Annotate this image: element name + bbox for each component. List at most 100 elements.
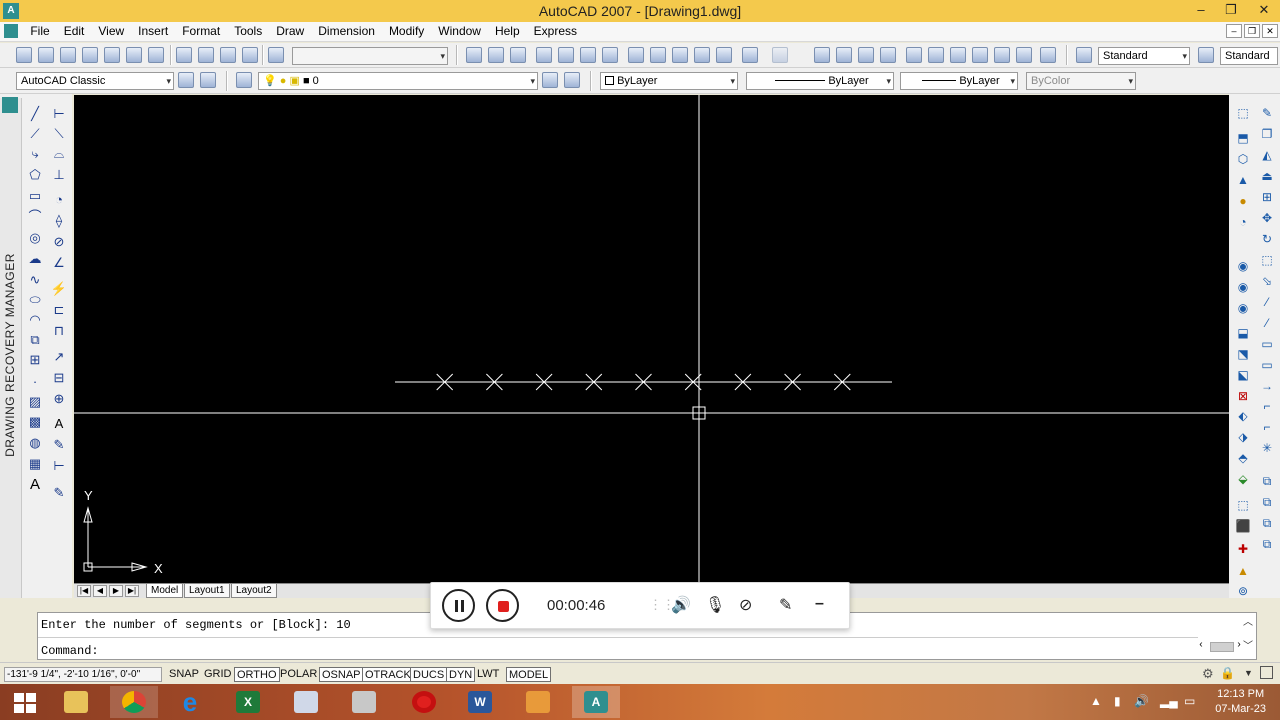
pause-recording-button[interactable] — [442, 589, 475, 622]
arc-length-icon[interactable]: ⌓ — [50, 145, 68, 162]
dim-style-icon[interactable] — [1198, 47, 1214, 63]
workspace-combo[interactable]: AutoCAD Classic ▾ — [16, 72, 174, 90]
autocad-app-icon[interactable]: A — [3, 3, 19, 19]
save-icon[interactable] — [510, 47, 526, 63]
ellipse-icon[interactable]: ⬭ — [26, 291, 44, 308]
presspull-icon[interactable]: ⬔ — [1234, 346, 1252, 363]
baseline-dimension-icon[interactable]: ⊏ — [50, 301, 68, 318]
box-solid-icon[interactable]: ⬒ — [1234, 130, 1252, 147]
dimension-edit-icon[interactable]: A — [50, 415, 68, 432]
jogged-dimension-icon[interactable]: ⟠ — [50, 212, 68, 229]
polyline-icon[interactable]: ⤷ — [26, 145, 44, 162]
taskbar-clock[interactable]: 12:13 PM 07-Mar-23 — [1215, 687, 1266, 717]
tool-palettes-icon[interactable] — [950, 47, 966, 63]
word-taskbar-button[interactable]: W — [456, 686, 504, 718]
tolerance-icon[interactable]: ⊟ — [50, 369, 68, 386]
diameter-dimension-icon[interactable]: ⊘ — [50, 233, 68, 250]
osnap-toggle[interactable]: OSNAP — [319, 667, 364, 682]
radius-dimension-icon[interactable]: ◔ — [50, 191, 68, 208]
properties-icon[interactable] — [906, 47, 922, 63]
command-prompt[interactable]: Command: — [41, 644, 99, 658]
command-horizontal-scrollbar[interactable]: ‹ › — [1198, 640, 1242, 654]
sphere-solid-icon[interactable]: ● — [1234, 193, 1252, 210]
3d-rotate-icon[interactable]: ⬚ — [1234, 497, 1252, 514]
slice-icon[interactable]: ⬘ — [1234, 450, 1252, 467]
tab-layout1[interactable]: Layout1 — [184, 584, 230, 598]
torus-solid-icon[interactable]: ◉ — [1234, 258, 1252, 275]
spline-icon[interactable]: ∿ — [26, 271, 44, 288]
ortho-toggle[interactable]: ORTHO — [234, 667, 280, 682]
linetype-combo[interactable]: ByLayer ▾ — [746, 72, 894, 90]
pan-icon[interactable] — [814, 47, 830, 63]
continue-dimension-icon[interactable]: ⊓ — [50, 322, 68, 339]
model-toggle[interactable]: MODEL — [506, 667, 552, 682]
menu-edit[interactable]: Edit — [57, 22, 92, 41]
layer-combo[interactable]: 💡 ● ▣ ■ 0 ▾ — [258, 72, 538, 90]
communication-center-icon[interactable]: ⚙ — [1202, 666, 1214, 682]
paint-taskbar-button[interactable] — [282, 686, 330, 718]
offset-icon[interactable]: ⏏ — [1258, 168, 1276, 185]
point-icon[interactable]: · — [26, 373, 44, 390]
iso-se-icon[interactable] — [198, 47, 214, 63]
iso-sw-icon[interactable] — [176, 47, 192, 63]
action-center-icon[interactable]: ▭ — [1184, 694, 1195, 708]
dimension-style-icon[interactable]: ✎ — [50, 484, 68, 501]
3d-array-icon[interactable]: ✚ — [1234, 541, 1252, 558]
drawing-icon[interactable] — [4, 24, 18, 38]
menu-window[interactable]: Window — [431, 22, 488, 41]
gradient-icon[interactable]: ▩ — [26, 413, 44, 430]
plotstyle-combo[interactable]: ByColor ▾ — [1026, 72, 1136, 90]
clean-screen-icon[interactable] — [1260, 666, 1273, 679]
close-window-button[interactable]: ✕ — [1248, 0, 1280, 20]
erase-pen-icon[interactable]: ✎ — [1258, 105, 1276, 122]
quickcalc-icon[interactable] — [1016, 47, 1032, 63]
palette-grip-icon[interactable] — [2, 97, 18, 113]
undo-icon[interactable] — [742, 47, 758, 63]
extend-icon[interactable]: ⁄ — [1258, 315, 1276, 332]
cut-icon[interactable] — [628, 47, 644, 63]
scale-icon[interactable]: ⬚ — [1258, 252, 1276, 269]
excel-taskbar-button[interactable]: X — [224, 686, 272, 718]
qnew-icon[interactable] — [16, 47, 32, 63]
wedge-solid-icon[interactable]: ⬡ — [1234, 151, 1252, 168]
hatch-icon[interactable]: ▨ — [26, 393, 44, 410]
layer-previous-icon[interactable] — [564, 72, 580, 88]
explode-icon[interactable]: ✳ — [1258, 440, 1276, 457]
edit-solid-1-icon[interactable]: ⧉ — [1258, 473, 1276, 490]
make-current-layer-icon[interactable] — [542, 72, 558, 88]
mdi-close-button[interactable]: ✕ — [1262, 24, 1278, 38]
stretch-icon[interactable]: ⬂ — [1258, 273, 1276, 290]
mdi-restore-button[interactable]: ❐ — [1244, 24, 1260, 38]
menu-format[interactable]: Format — [175, 22, 227, 41]
box-icon[interactable] — [38, 47, 54, 63]
insert-block-icon[interactable]: ⧉ — [26, 331, 44, 348]
extrude-icon[interactable]: ⬓ — [1234, 325, 1252, 342]
center-mark-icon[interactable]: ⊕ — [50, 390, 68, 407]
zoom-window-icon[interactable] — [858, 47, 874, 63]
chrome-taskbar-button[interactable] — [110, 686, 158, 718]
multiline-text-icon[interactable]: A — [26, 476, 44, 493]
menu-dimension[interactable]: Dimension — [311, 22, 382, 41]
dimension-update-icon[interactable]: ⊢ — [50, 457, 68, 474]
dyn-toggle[interactable]: DYN — [446, 667, 476, 682]
mdi-minimize-button[interactable]: – — [1226, 24, 1242, 38]
region-icon[interactable]: ◍ — [26, 434, 44, 451]
3d-align-icon[interactable]: ⬛ — [1234, 518, 1252, 535]
show-hidden-icons-icon[interactable]: ▲ — [1090, 694, 1102, 708]
tab-model[interactable]: Model — [146, 584, 184, 598]
autocad-taskbar-button[interactable]: A — [572, 686, 620, 718]
redo-icon[interactable] — [772, 47, 788, 63]
dim-style-combo[interactable]: Standard — [1220, 47, 1278, 65]
menu-help[interactable]: Help — [488, 22, 527, 41]
menu-modify[interactable]: Modify — [382, 22, 431, 41]
break-at-point-icon[interactable]: ▭ — [1258, 336, 1276, 353]
tab-layout2[interactable]: Layout2 — [231, 584, 277, 598]
intersect-icon[interactable]: ⬗ — [1234, 429, 1252, 446]
quick-dimension-icon[interactable]: ⚡ — [50, 280, 68, 297]
angular-dimension-icon[interactable]: ∠ — [50, 254, 68, 271]
mirror-icon[interactable]: ◭ — [1258, 147, 1276, 164]
menu-view[interactable]: View — [91, 22, 131, 41]
named-view-combo[interactable]: ▾ — [292, 47, 448, 65]
dimension-text-edit-icon[interactable]: ✎ — [50, 436, 68, 453]
menu-file[interactable]: File — [23, 22, 56, 41]
